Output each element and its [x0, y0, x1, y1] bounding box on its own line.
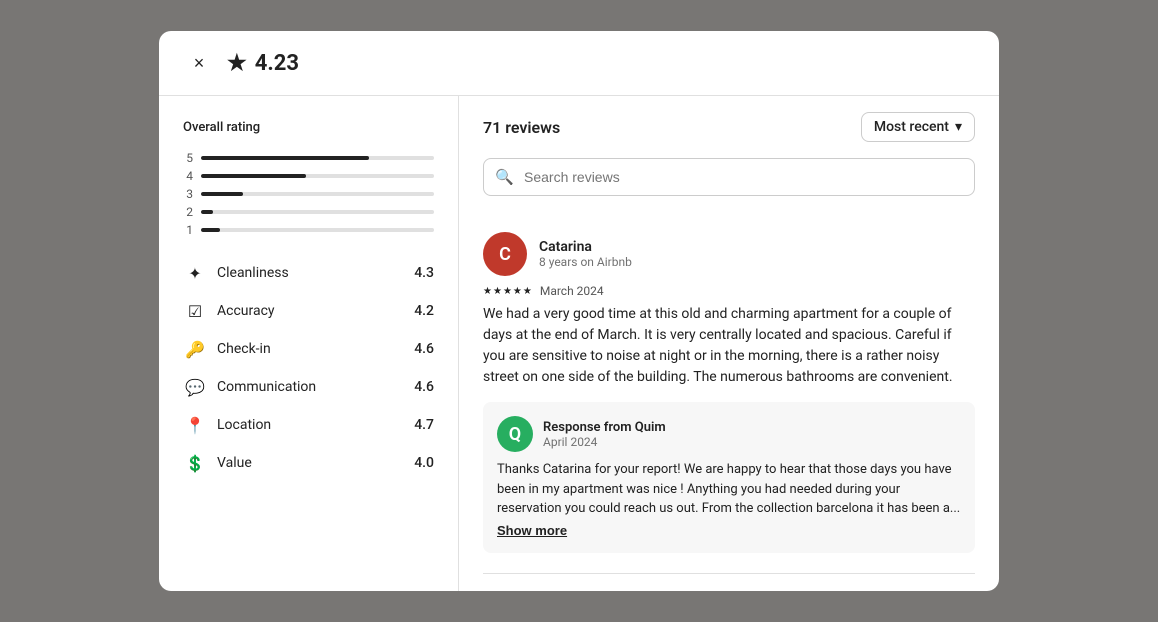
- category-row: 💲 Value 4.0: [183, 451, 434, 475]
- modal-title: ★ 4.23: [227, 51, 299, 76]
- review-stars-date: ★★★★★ March 2024: [483, 284, 975, 298]
- reviews-modal: × ★ 4.23 Overall rating 5 4 3 2: [159, 31, 999, 591]
- reviews-header: 71 reviews Most recent ▾: [459, 96, 999, 158]
- category-icon: ✦: [183, 261, 207, 285]
- category-name: Check-in: [217, 341, 271, 357]
- reviewer-info: Catarina 8 years on Airbnb: [539, 239, 975, 269]
- category-name: Accuracy: [217, 303, 275, 319]
- category-icon: 💲: [183, 451, 207, 475]
- bar-fill: [201, 228, 220, 232]
- bar-track: [201, 192, 434, 196]
- star-bar-label: 5: [183, 151, 193, 165]
- response-date: April 2024: [543, 435, 666, 449]
- category-icon: 💬: [183, 375, 207, 399]
- category-row: 🔑 Check-in 4.6: [183, 337, 434, 361]
- category-left: 💬 Communication: [183, 375, 316, 399]
- star-icon: ★: [227, 51, 247, 76]
- response-info: Response from Quim April 2024: [543, 420, 666, 449]
- category-score: 4.6: [414, 379, 434, 395]
- category-icon: ☑: [183, 299, 207, 323]
- star-bars: 5 4 3 2 1: [183, 151, 434, 237]
- category-score: 4.3: [414, 265, 434, 281]
- category-score: 4.2: [414, 303, 434, 319]
- search-icon: 🔍: [495, 168, 514, 186]
- bar-track: [201, 228, 434, 232]
- search-input[interactable]: [483, 158, 975, 196]
- bar-fill: [201, 174, 306, 178]
- sort-label: Most recent: [874, 119, 949, 135]
- close-button[interactable]: ×: [183, 47, 215, 79]
- response-header: Q Response from Quim April 2024: [497, 416, 961, 452]
- category-icon: 📍: [183, 413, 207, 437]
- star-bar-label: 1: [183, 223, 193, 237]
- reviewer-row: C Catarina 8 years on Airbnb: [483, 232, 975, 276]
- category-left: 🔑 Check-in: [183, 337, 271, 361]
- chevron-down-icon: ▾: [955, 119, 962, 135]
- category-score: 4.7: [414, 417, 434, 433]
- reviewer-name: Catarina: [539, 239, 975, 255]
- left-panel: Overall rating 5 4 3 2 1 ✦ Cleanliness: [159, 96, 459, 591]
- overall-rating-label: Overall rating: [183, 120, 434, 135]
- response-avatar: Q: [497, 416, 533, 452]
- star-bar-row: 1: [183, 223, 434, 237]
- category-name: Value: [217, 455, 252, 471]
- category-row: 📍 Location 4.7: [183, 413, 434, 437]
- category-left: ☑ Accuracy: [183, 299, 275, 323]
- star-bar-label: 4: [183, 169, 193, 183]
- reviewer-meta: 8 years on Airbnb: [539, 255, 975, 269]
- response-name: Response from Quim: [543, 420, 666, 435]
- star-bar-row: 5: [183, 151, 434, 165]
- star-bar-label: 2: [183, 205, 193, 219]
- category-score: 4.6: [414, 341, 434, 357]
- close-icon: ×: [194, 53, 205, 74]
- star-bar-row: 2: [183, 205, 434, 219]
- reviewer-avatar: C: [483, 232, 527, 276]
- categories-list: ✦ Cleanliness 4.3 ☑ Accuracy 4.2 🔑 Check…: [183, 261, 434, 475]
- mini-star: ★: [493, 286, 502, 297]
- category-row: 💬 Communication 4.6: [183, 375, 434, 399]
- response-text: Thanks Catarina for your report! We are …: [497, 460, 961, 519]
- review-item: W William 6 months on Airbnb ★★★★★ March…: [483, 574, 975, 591]
- mini-star: ★: [483, 286, 492, 297]
- category-name: Cleanliness: [217, 265, 289, 281]
- category-left: ✦ Cleanliness: [183, 261, 289, 285]
- modal-body: Overall rating 5 4 3 2 1 ✦ Cleanliness: [159, 96, 999, 591]
- bar-fill: [201, 192, 243, 196]
- reviews-count: 71 reviews: [483, 118, 560, 137]
- mini-star: ★: [503, 286, 512, 297]
- mini-stars: ★★★★★: [483, 286, 532, 297]
- star-bar-row: 4: [183, 169, 434, 183]
- review-item: C Catarina 8 years on Airbnb ★★★★★ March…: [483, 212, 975, 574]
- category-row: ✦ Cleanliness 4.3: [183, 261, 434, 285]
- bar-track: [201, 210, 434, 214]
- category-name: Communication: [217, 379, 316, 395]
- review-text: We had a very good time at this old and …: [483, 304, 975, 388]
- bar-track: [201, 156, 434, 160]
- review-date: March 2024: [540, 284, 604, 298]
- category-name: Location: [217, 417, 271, 433]
- response-avatar-inner: Q: [497, 416, 533, 452]
- category-icon: 🔑: [183, 337, 207, 361]
- modal-overlay: × ★ 4.23 Overall rating 5 4 3 2: [0, 0, 1158, 622]
- right-panel: 71 reviews Most recent ▾ 🔍 C Catarina 8 …: [459, 96, 999, 591]
- category-row: ☑ Accuracy 4.2: [183, 299, 434, 323]
- show-more-button[interactable]: Show more: [497, 523, 567, 538]
- bar-fill: [201, 156, 369, 160]
- bar-fill: [201, 210, 213, 214]
- reviews-list: C Catarina 8 years on Airbnb ★★★★★ March…: [459, 212, 999, 591]
- category-left: 📍 Location: [183, 413, 271, 437]
- category-score: 4.0: [414, 455, 434, 471]
- star-bar-label: 3: [183, 187, 193, 201]
- search-box-container: 🔍: [483, 158, 975, 196]
- modal-score: 4.23: [255, 51, 299, 76]
- avatar-inner: C: [483, 232, 527, 276]
- response-block: Q Response from Quim April 2024 Thanks C…: [483, 402, 975, 553]
- sort-dropdown[interactable]: Most recent ▾: [861, 112, 975, 142]
- category-left: 💲 Value: [183, 451, 252, 475]
- star-bar-row: 3: [183, 187, 434, 201]
- modal-header: × ★ 4.23: [159, 31, 999, 96]
- mini-star: ★: [513, 286, 522, 297]
- bar-track: [201, 174, 434, 178]
- mini-star: ★: [523, 286, 532, 297]
